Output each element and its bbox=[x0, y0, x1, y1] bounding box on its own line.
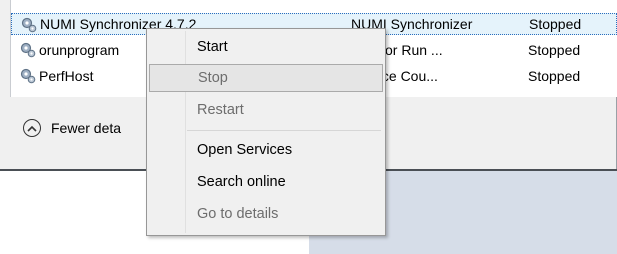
gear-icon bbox=[19, 67, 37, 85]
service-status: Stopped bbox=[529, 16, 582, 32]
service-status: Stopped bbox=[528, 68, 581, 84]
gear-icon bbox=[19, 41, 37, 59]
menu-item-start[interactable]: Start bbox=[149, 33, 383, 61]
menu-item-open-services[interactable]: Open Services bbox=[149, 136, 383, 164]
menu-item-restart[interactable]: Restart bbox=[149, 96, 383, 124]
menu-separator bbox=[187, 130, 381, 131]
context-menu: Start Stop Restart Open Services Search … bbox=[146, 28, 386, 236]
menu-item-stop[interactable]: Stop bbox=[149, 64, 383, 92]
fewer-details-label: Fewer deta bbox=[51, 120, 122, 136]
menu-item-search-online[interactable]: Search online bbox=[149, 168, 383, 196]
service-status: Stopped bbox=[528, 42, 581, 58]
menu-item-go-to-details[interactable]: Go to details bbox=[149, 200, 383, 228]
fewer-details-button[interactable]: Fewer deta bbox=[23, 116, 121, 140]
gear-icon bbox=[20, 16, 38, 34]
chevron-up-icon bbox=[23, 119, 41, 137]
